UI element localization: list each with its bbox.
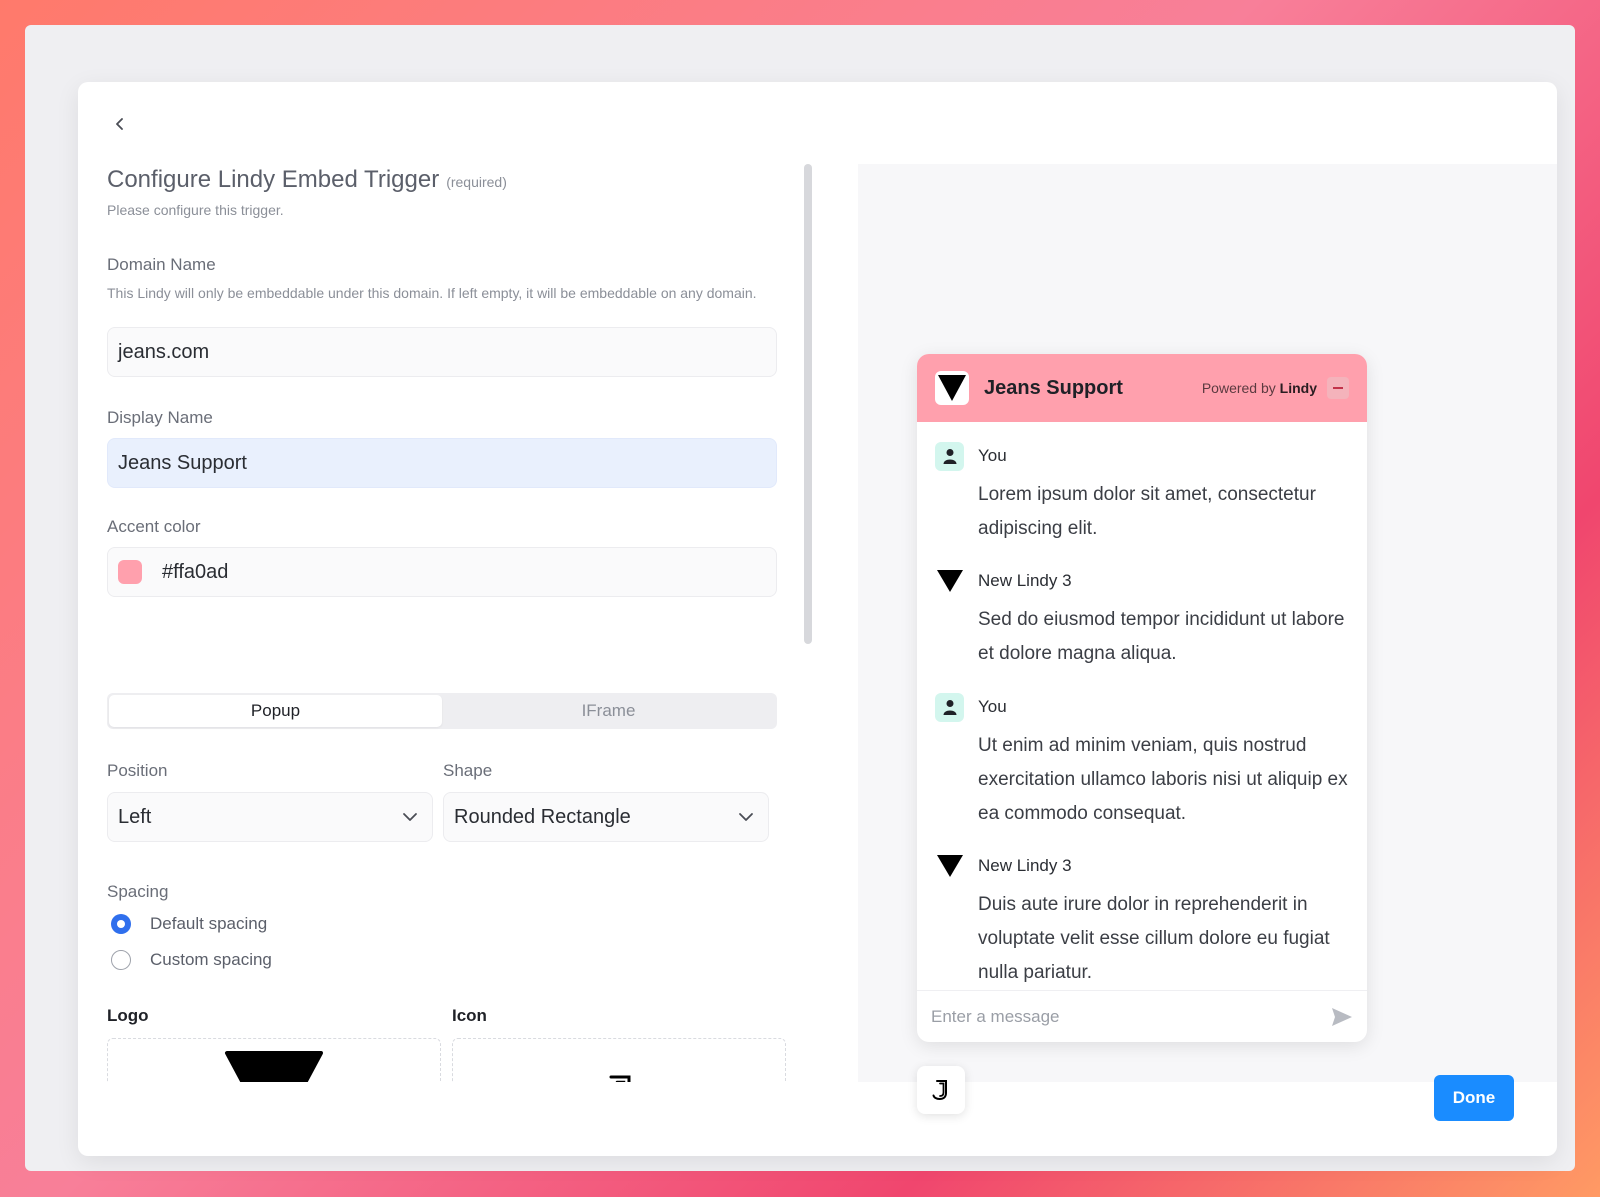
radio-button[interactable] [111,950,131,970]
minimize-button[interactable] [1327,377,1349,399]
message-list: You Lorem ipsum dolor sit amet, consecte… [917,422,1367,990]
accent-color-value: #ffa0ad [162,560,229,583]
shape-select[interactable]: Rounded Rectangle [443,792,769,842]
message-sender: You [978,697,1007,716]
powered-by-prefix: Powered by [1201,380,1276,396]
page-title: Configure Lindy Embed Trigger [107,166,440,193]
chat-header: Jeans Support Powered by Lindy [917,354,1367,422]
position-value: Left [118,805,152,828]
position-select[interactable]: Left [107,792,433,842]
powered-by: Powered by Lindy [1202,380,1317,396]
done-button[interactable]: Done [1434,1075,1514,1121]
domain-value: jeans.com [118,340,210,363]
message-item: You Lorem ipsum dolor sit amet, consecte… [935,441,1355,546]
shape-value: Rounded Rectangle [454,805,631,828]
chevron-down-icon [739,813,753,821]
message-text: Sed do eiusmod tempor incididunt ut labo… [978,609,1345,664]
domain-help: This Lindy will only be embeddable under… [107,285,757,301]
position-label: Position [107,761,168,780]
chat-logo [935,371,969,405]
required-tag: (required) [446,174,507,190]
tab-popup[interactable]: Popup [109,695,442,727]
page-subtitle: Please configure this trigger. [107,202,284,218]
message-sender: New Lindy 3 [978,856,1072,875]
chat-message-input[interactable]: Enter a message [917,990,1367,1042]
message-text: Lorem ipsum dolor sit amet, consectetur … [978,484,1316,539]
config-form: Configure Lindy Embed Trigger (required)… [78,82,858,1082]
send-icon[interactable] [1331,1007,1353,1027]
message-text: Duis aute irure dolor in reprehenderit i… [978,894,1330,983]
j-logo-icon [609,1075,631,1082]
chevron-down-icon [403,813,417,821]
user-icon [935,441,964,471]
triangle-logo-icon [225,1051,323,1082]
preview-panel: Jeans Support Powered by Lindy You Lorem… [858,164,1557,1114]
chat-title: Jeans Support [984,376,1123,399]
radio-label-default: Default spacing [150,914,268,933]
message-item: New Lindy 3 Duis aute irure dolor in rep… [935,852,1355,990]
message-sender: New Lindy 3 [978,571,1072,590]
spacing-label: Spacing [107,882,169,901]
color-swatch[interactable] [118,560,142,584]
radio-custom-spacing[interactable]: Custom spacing [111,950,272,970]
radio-default-spacing[interactable]: Default spacing [111,914,267,934]
powered-by-brand: Lindy [1279,380,1317,396]
domain-label: Domain Name [107,255,216,274]
message-item: New Lindy 3 Sed do eiusmod tempor incidi… [935,567,1355,671]
display-name-value: Jeans Support [118,451,247,474]
triangle-logo-icon [938,375,966,401]
minus-icon [1333,387,1343,389]
configure-trigger-modal: Configure Lindy Embed Trigger (required)… [78,82,1557,1156]
user-icon [935,692,964,722]
chat-widget-preview: Jeans Support Powered by Lindy You Lorem… [917,354,1367,1042]
logo-upload[interactable] [107,1038,441,1082]
radio-button-checked[interactable] [111,914,131,934]
chat-launcher-button[interactable] [917,1066,965,1114]
accent-color-label: Accent color [107,517,201,536]
message-placeholder: Enter a message [931,1006,1060,1026]
icon-label: Icon [452,1006,487,1025]
domain-input[interactable]: jeans.com [107,327,777,377]
shape-label: Shape [443,761,493,780]
display-name-input[interactable]: Jeans Support [107,438,777,488]
embed-mode-toggle: Popup IFrame [107,693,777,729]
message-sender: You [978,446,1007,465]
bot-triangle-icon [935,567,964,596]
title-row: Configure Lindy Embed Trigger (required) [107,166,507,194]
logo-label: Logo [107,1006,149,1025]
bot-triangle-icon [935,852,964,881]
icon-upload[interactable] [452,1038,786,1082]
app-frame: Configure Lindy Embed Trigger (required)… [25,25,1575,1171]
radio-label-custom: Custom spacing [150,950,272,969]
display-name-label: Display Name [107,408,213,427]
j-logo-icon [932,1080,947,1101]
accent-color-input[interactable]: #ffa0ad [107,547,777,597]
form-scrollbar[interactable] [804,164,812,644]
tab-iframe[interactable]: IFrame [442,695,775,727]
message-text: Ut enim ad minim veniam, quis nostrud ex… [978,735,1348,824]
message-item: You Ut enim ad minim veniam, quis nostru… [935,692,1355,831]
